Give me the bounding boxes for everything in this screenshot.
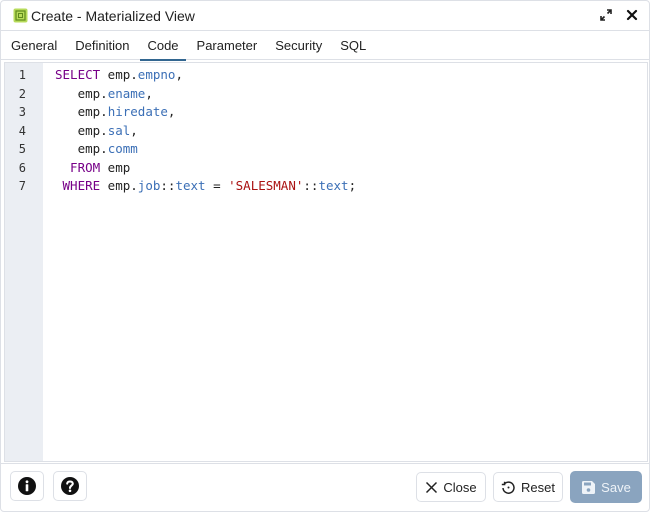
save-button[interactable]: Save bbox=[570, 471, 642, 503]
close-button-label: Close bbox=[443, 479, 477, 495]
tab-sql[interactable]: SQL bbox=[331, 32, 375, 60]
code-line[interactable]: FROM emp bbox=[43, 159, 647, 178]
code-line[interactable]: SELECT emp.empno, bbox=[43, 66, 647, 85]
save-button-label: Save bbox=[601, 479, 631, 495]
line-number: 1 bbox=[18, 68, 26, 82]
sql-identifier: job bbox=[137, 178, 161, 193]
code-line[interactable]: emp.sal, bbox=[43, 122, 647, 141]
sql-identifier: sal bbox=[107, 122, 131, 138]
close-x-icon bbox=[425, 481, 438, 494]
sql-identifier: comm bbox=[107, 141, 138, 156]
sql-text: emp bbox=[100, 159, 131, 175]
sql-identifier: ename bbox=[107, 85, 146, 101]
sql-text: ; bbox=[348, 178, 357, 193]
sql-identifier: hiredate bbox=[107, 104, 168, 119]
dialog-titlebar[interactable]: Create - Materialized View bbox=[1, 1, 649, 31]
sql-string: 'SALESMAN' bbox=[228, 178, 304, 193]
code-line[interactable]: emp.ename, bbox=[43, 85, 647, 104]
code-line[interactable]: emp.comm bbox=[43, 140, 647, 159]
close-icon[interactable] bbox=[625, 8, 639, 22]
sql-text: emp. bbox=[55, 104, 108, 119]
help-icon bbox=[60, 476, 80, 496]
sql-text: emp. bbox=[100, 178, 138, 193]
tab-general[interactable]: General bbox=[1, 32, 66, 60]
line-number: 6 bbox=[18, 160, 26, 175]
dialog-footer: Close Reset Save bbox=[1, 463, 649, 511]
sql-text: emp. bbox=[55, 141, 108, 156]
reset-button[interactable]: Reset bbox=[493, 472, 563, 502]
line-number: 2 bbox=[18, 86, 26, 101]
sql-text: , bbox=[130, 122, 138, 138]
code-content[interactable]: SELECT emp.empno, emp.ename, emp.hiredat… bbox=[43, 63, 647, 461]
sql-keyword: FROM bbox=[55, 159, 101, 175]
code-editor[interactable]: 1234567 SELECT emp.empno, emp.ename, emp… bbox=[4, 62, 648, 462]
sql-text: , bbox=[167, 104, 176, 119]
sql-text: emp. bbox=[55, 85, 108, 101]
line-number: 7 bbox=[18, 179, 26, 193]
sql-text: , bbox=[145, 85, 153, 101]
sql-text: = bbox=[205, 178, 229, 193]
sql-text: :: bbox=[303, 178, 319, 193]
line-number: 3 bbox=[18, 105, 26, 119]
sql-keyword: SELECT bbox=[55, 67, 101, 82]
close-button[interactable]: Close bbox=[416, 472, 486, 502]
tab-code[interactable]: Code bbox=[138, 32, 187, 61]
sql-identifier: text bbox=[175, 178, 206, 193]
info-icon bbox=[17, 476, 37, 496]
sql-identifier: text bbox=[318, 178, 349, 193]
info-button[interactable] bbox=[10, 471, 44, 501]
sql-text: :: bbox=[160, 178, 176, 193]
sql-text: emp. bbox=[100, 67, 138, 82]
expand-icon[interactable] bbox=[599, 8, 613, 22]
tab-bar: General Definition Code Parameter Securi… bbox=[1, 32, 649, 61]
sql-keyword: WHERE bbox=[55, 178, 101, 193]
sql-text: emp. bbox=[55, 122, 108, 138]
tab-definition[interactable]: Definition bbox=[66, 32, 138, 60]
line-number: 5 bbox=[18, 142, 26, 156]
code-line[interactable]: emp.hiredate, bbox=[43, 103, 647, 122]
code-line[interactable]: WHERE emp.job::text = 'SALESMAN'::text; bbox=[43, 177, 647, 196]
reset-icon bbox=[501, 480, 516, 495]
materialized-view-icon bbox=[13, 8, 28, 23]
help-button[interactable] bbox=[53, 471, 87, 501]
sql-identifier: empno bbox=[137, 67, 176, 82]
line-number: 4 bbox=[18, 123, 26, 138]
create-materialized-view-dialog: Create - Materialized View General Defin… bbox=[0, 0, 650, 512]
sql-text: , bbox=[175, 67, 183, 82]
line-number-gutter: 1 2 3 4 5 6 7 bbox=[5, 63, 43, 461]
tab-security[interactable]: Security bbox=[266, 32, 331, 60]
reset-button-label: Reset bbox=[521, 479, 555, 495]
save-icon bbox=[581, 480, 596, 495]
dialog-title: Create - Materialized View bbox=[31, 7, 195, 24]
tab-parameter[interactable]: Parameter bbox=[188, 32, 267, 60]
